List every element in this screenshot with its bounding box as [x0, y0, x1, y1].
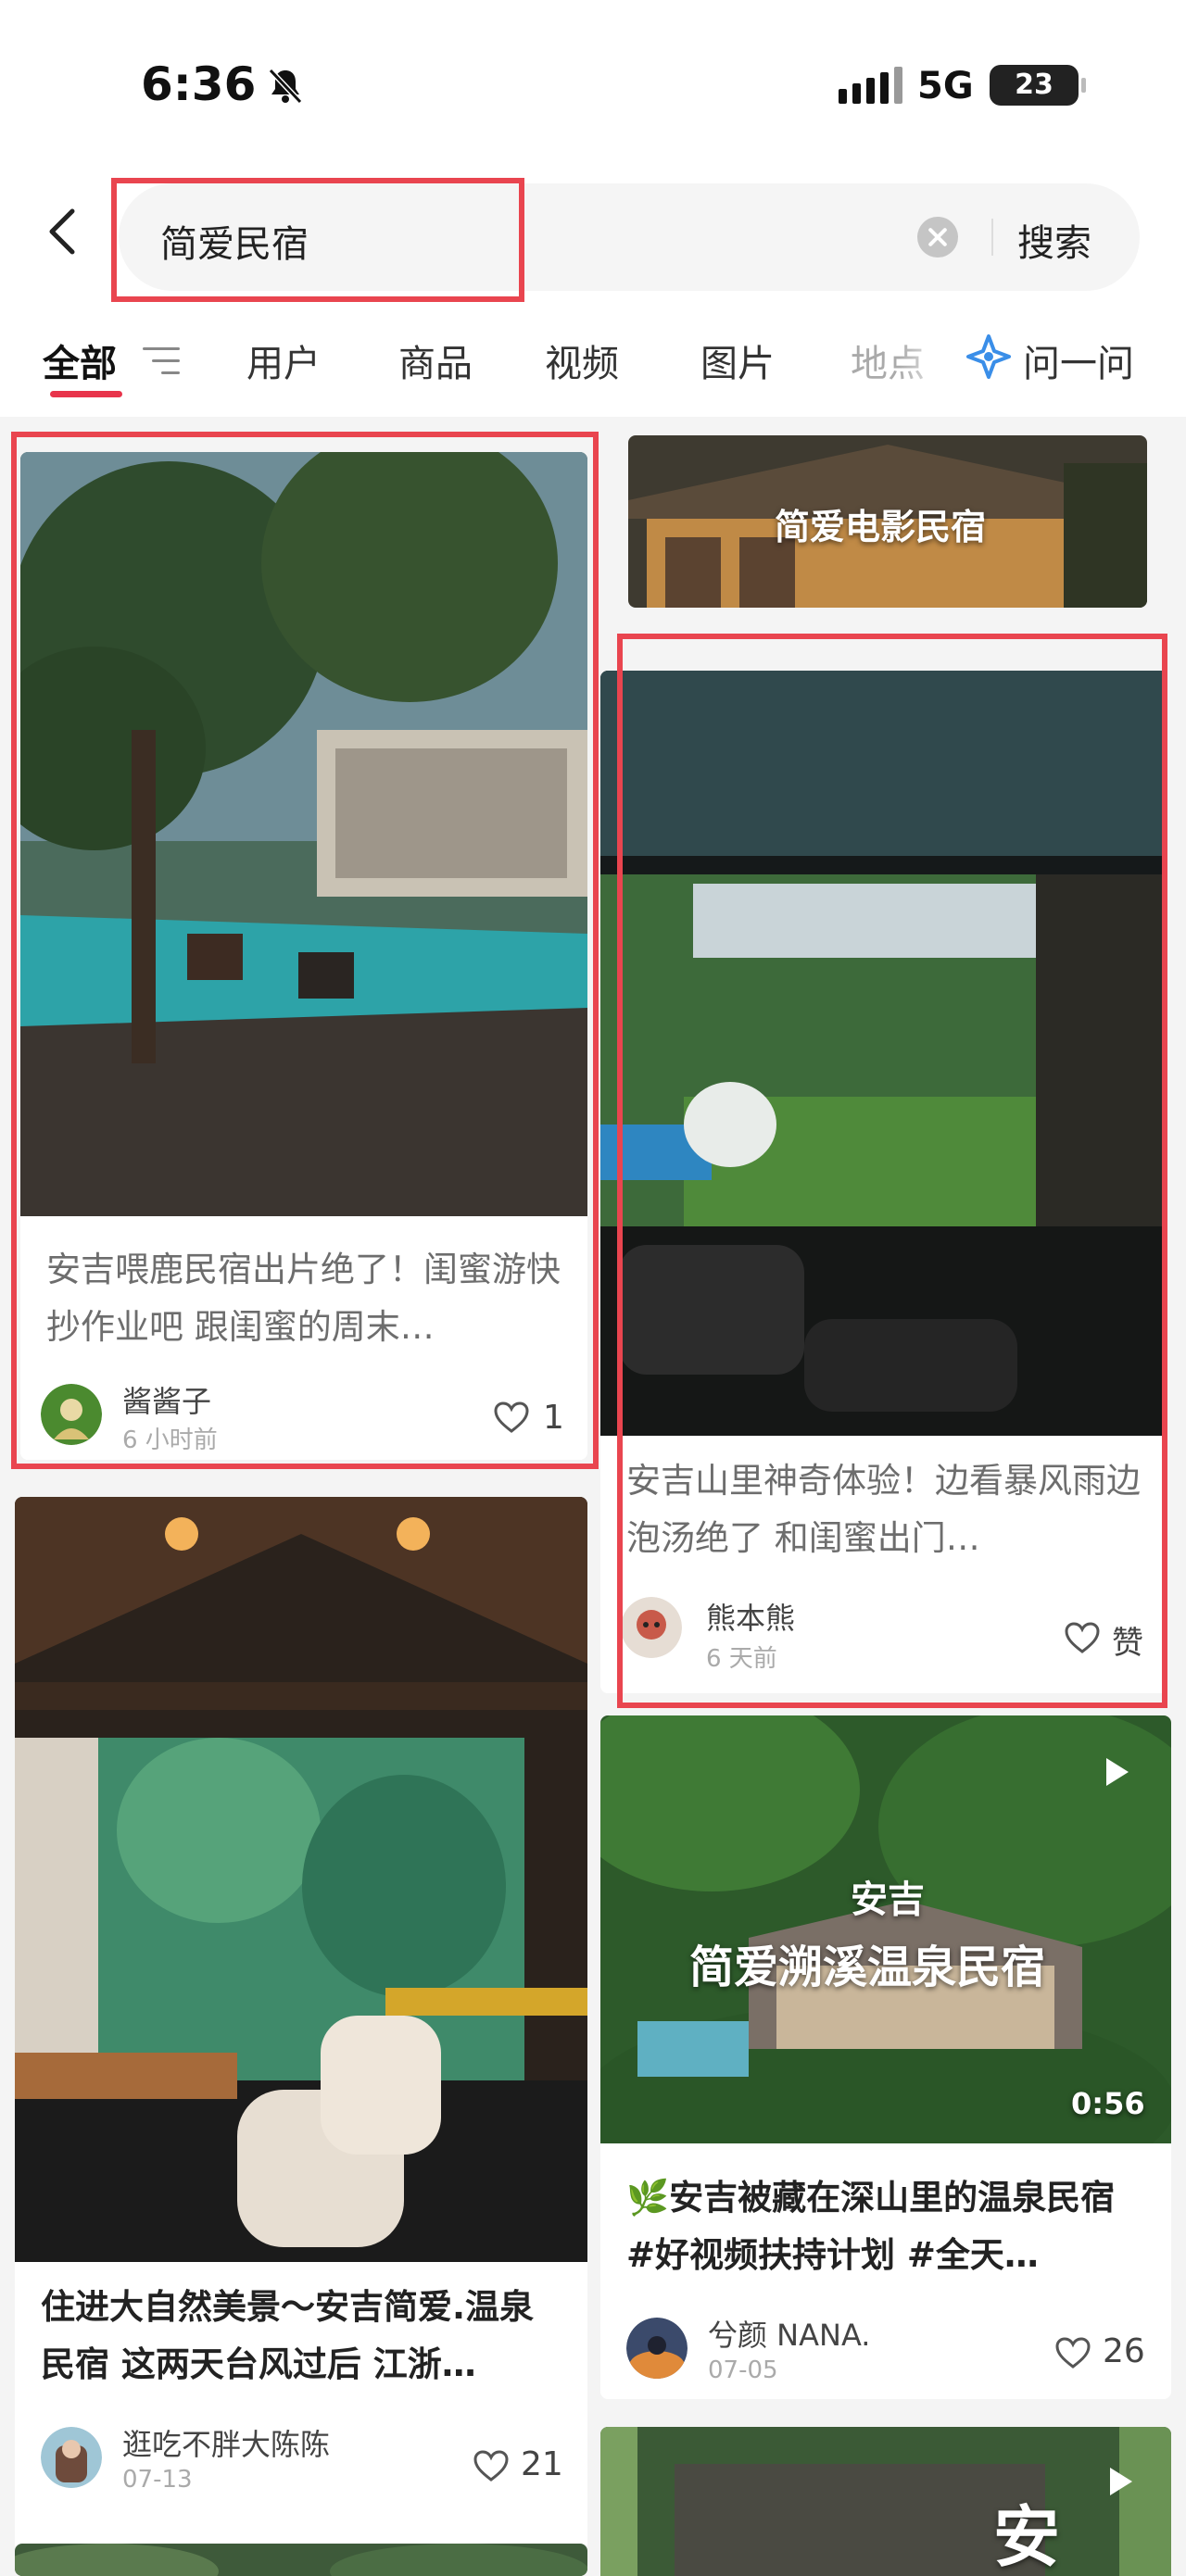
tabs-fade [899, 320, 954, 395]
video-overlay-text: 安 [993, 2498, 1061, 2576]
tab-images[interactable]: 图片 [700, 333, 775, 387]
card-title[interactable]: 住进大自然美景～安吉简爱.温泉民宿 这两天台风过后 江浙… [41, 2279, 565, 2394]
card-title[interactable]: 🌿安吉被藏在深山里的温泉民宿 #好视频扶持计划 #全天… [626, 2169, 1149, 2284]
note-card[interactable]: 住进大自然美景～安吉简爱.温泉民宿 这两天台风过后 江浙… 逛吃不胖大陈陈 07… [15, 1497, 587, 2551]
filter-icon[interactable] [143, 347, 180, 377]
tab-users[interactable]: 用户 [246, 333, 321, 387]
clear-icon[interactable] [917, 217, 958, 258]
video-overlay-top: 安吉 [851, 1879, 925, 1921]
heart-icon[interactable] [473, 2449, 510, 2482]
active-tab-indicator [50, 391, 122, 397]
heart-icon[interactable] [1054, 2336, 1091, 2369]
card-image-bamboo [600, 2427, 1171, 2576]
note-card[interactable] [15, 2544, 587, 2576]
author-name[interactable]: 逛吃不胖大陈陈 [122, 2421, 330, 2464]
card-image-forest-villa [600, 1715, 1171, 2143]
battery-level: 23 [1015, 69, 1054, 101]
sparkle-icon[interactable] [965, 333, 1012, 380]
card-highlight-box [617, 634, 1167, 1708]
play-icon[interactable] [1106, 1758, 1129, 1786]
filter-tabs: 全部 用户 商品 视频 图片 地点 问一问 [0, 306, 1186, 417]
ask-button[interactable]: 问一问 [1023, 333, 1134, 387]
like-count: 26 [1103, 2332, 1145, 2370]
bell-muted-icon [268, 68, 303, 105]
divider [991, 219, 993, 256]
video-card[interactable]: 安 [600, 2427, 1171, 2576]
card-image-partial [15, 2544, 587, 2576]
tab-all[interactable]: 全部 [43, 333, 117, 387]
search-highlight-box [111, 178, 524, 302]
author-name[interactable]: 兮颜 NANA. [708, 2312, 870, 2355]
signal-icon [839, 67, 903, 104]
banner-overlay-text: 简爱电影民宿 [775, 507, 987, 547]
avatar[interactable] [41, 2427, 102, 2488]
video-overlay-title: 简爱溯溪温泉民宿 [689, 1941, 1046, 1993]
status-bar: 6:36 5G 23 [0, 0, 1186, 157]
status-time: 6:36 [141, 57, 257, 111]
banner-card[interactable]: 简爱电影民宿 [628, 435, 1147, 608]
like-count: 21 [521, 2445, 563, 2483]
card-highlight-box [11, 432, 599, 1469]
post-time: 07-13 [122, 2466, 193, 2494]
avatar[interactable] [626, 2318, 688, 2379]
video-card[interactable]: 安吉 简爱溯溪温泉民宿 0:56 🌿安吉被藏在深山里的温泉民宿 #好视频扶持计划… [600, 1715, 1171, 2399]
post-time: 07-05 [708, 2356, 778, 2384]
tab-products[interactable]: 商品 [398, 333, 473, 387]
network-type: 5G [917, 65, 974, 107]
back-arrow-icon[interactable] [44, 206, 82, 258]
tab-videos[interactable]: 视频 [545, 333, 619, 387]
card-image-tea-room [15, 1497, 587, 2262]
video-duration: 0:56 [1071, 2086, 1145, 2121]
battery-icon: 23 [990, 65, 1086, 106]
play-icon[interactable] [1110, 2468, 1132, 2495]
search-button[interactable]: 搜索 [1017, 213, 1091, 267]
